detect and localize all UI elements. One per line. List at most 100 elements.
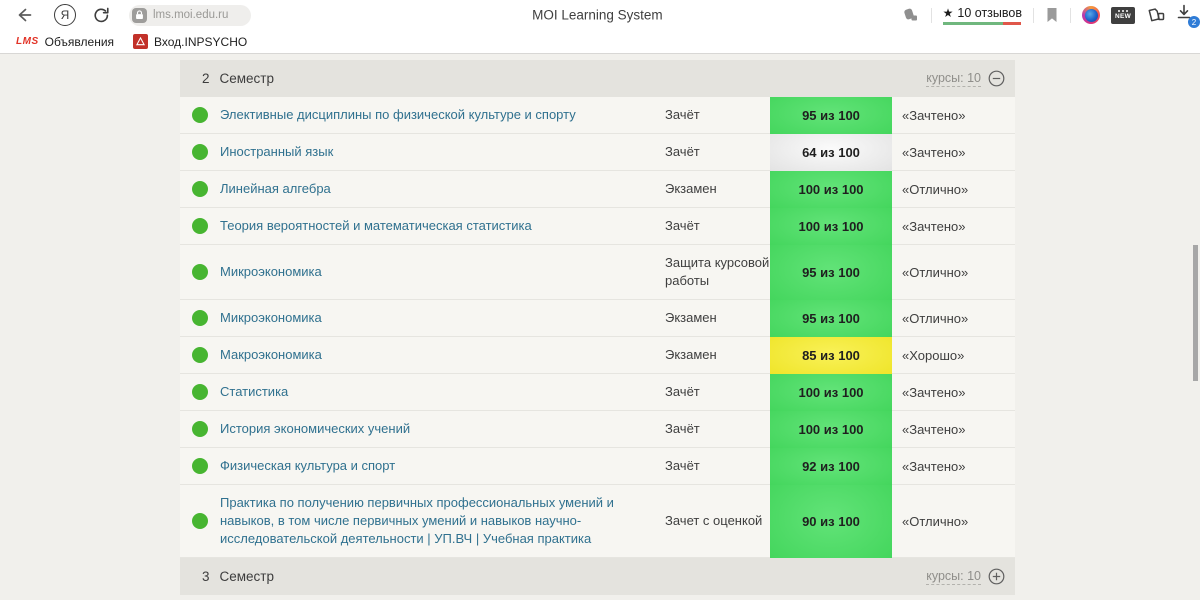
course-name-link[interactable]: Статистика — [220, 374, 665, 410]
assessment-type: Зачет с оценкой — [665, 513, 763, 528]
status-dot-cell — [180, 513, 220, 529]
page-content: 2 Семестр курсы: 10 Элективные дисциплин… — [0, 54, 1200, 600]
score-badge: 95 из 100 — [770, 97, 892, 134]
inpsycho-favicon — [133, 34, 149, 49]
bookmark-item-inpsycho[interactable]: Вход.INPSYCHO — [127, 34, 253, 49]
expand-circle-icon[interactable] — [988, 568, 1005, 585]
course-row: Микроэкономика Защита курсовой работы 95… — [180, 245, 1015, 300]
assessment-type: Зачёт — [665, 421, 700, 436]
lms-favicon: LMS — [16, 36, 39, 47]
course-row: История экономических учений Зачёт 100 и… — [180, 411, 1015, 448]
score-badge: 100 из 100 — [770, 208, 892, 245]
completed-dot-icon — [192, 181, 208, 197]
score-badge: 100 из 100 — [770, 171, 892, 208]
score-badge: 85 из 100 — [770, 337, 892, 374]
score-badge: 95 из 100 — [770, 300, 892, 337]
yandex-logo-button[interactable]: Я — [54, 4, 76, 26]
score-badge: 64 из 100 — [770, 134, 892, 171]
grade-label: «Хорошо» — [902, 347, 965, 363]
course-row: Линейная алгебра Экзамен 100 из 100 «Отл… — [180, 171, 1015, 208]
kinopoisk-new-icon[interactable]: NEW — [1111, 6, 1135, 24]
score-badge: 100 из 100 — [770, 374, 892, 411]
download-count-badge: 2 — [1188, 16, 1200, 28]
assessment-type: Экзамен — [665, 347, 717, 362]
completed-dot-icon — [192, 513, 208, 529]
page-scrollbar-thumb[interactable] — [1193, 245, 1198, 381]
assessment-type: Зачёт — [665, 218, 700, 233]
course-name-link[interactable]: Физическая культура и спорт — [220, 448, 665, 484]
collapse-circle-icon[interactable] — [988, 70, 1005, 87]
bookmark-item-announcements[interactable]: LMS Объявления — [10, 35, 120, 49]
course-row: Микроэкономика Экзамен 95 из 100 «Отличн… — [180, 300, 1015, 337]
course-name-link[interactable]: Практика по получению первичных професси… — [220, 485, 665, 557]
grade-label: «Зачтено» — [902, 107, 966, 123]
course-name-link[interactable]: Микроэкономика — [220, 300, 665, 336]
address-bar[interactable]: lms.moi.edu.ru — [129, 4, 251, 26]
lock-icon[interactable] — [132, 7, 147, 23]
grade-label: «Отлично» — [902, 310, 969, 326]
protect-icon[interactable] — [902, 6, 920, 24]
status-dot-cell — [180, 384, 220, 400]
status-dot-cell — [180, 421, 220, 437]
score-badge: 90 из 100 — [770, 485, 892, 558]
toolbar-divider — [1033, 7, 1034, 23]
course-row: Теория вероятностей и математическая ста… — [180, 208, 1015, 245]
assessment-type: Зачёт — [665, 384, 700, 399]
site-rating-button[interactable]: ★ 10 отзывов — [943, 6, 1022, 25]
rating-bar — [943, 21, 1022, 25]
status-dot-cell — [180, 264, 220, 280]
course-name-link[interactable]: Иностранный язык — [220, 134, 665, 170]
grade-label: «Отлично» — [902, 264, 969, 280]
status-dot-cell — [180, 107, 220, 123]
completed-dot-icon — [192, 384, 208, 400]
course-row: Практика по получению первичных професси… — [180, 485, 1015, 558]
toolbar-right-icons: ★ 10 отзывов NEW 2 — [902, 0, 1200, 30]
toolbar-divider — [1070, 7, 1071, 23]
bookmark-label: Объявления — [44, 34, 115, 49]
bookmark-flag-icon[interactable] — [1045, 7, 1059, 23]
completed-dot-icon — [192, 107, 208, 123]
grade-label: «Отлично» — [902, 513, 969, 529]
course-name-link[interactable]: Линейная алгебра — [220, 171, 665, 207]
completed-dot-icon — [192, 347, 208, 363]
new-icon-dots — [1118, 10, 1128, 12]
semester-label: Семестр — [219, 71, 275, 86]
new-icon-label: NEW — [1114, 13, 1132, 20]
course-name-link[interactable]: Элективные дисциплины по физической куль… — [220, 97, 665, 133]
grades-table: 2 Семестр курсы: 10 Элективные дисциплин… — [180, 60, 1015, 595]
grade-label: «Отлично» — [902, 181, 969, 197]
course-row: Элективные дисциплины по физической куль… — [180, 97, 1015, 134]
status-dot-cell — [180, 218, 220, 234]
extension-browser-icon[interactable] — [1082, 6, 1100, 24]
refresh-button[interactable] — [92, 6, 111, 25]
grade-label: «Зачтено» — [902, 144, 966, 160]
status-dot-cell — [180, 347, 220, 363]
status-dot-cell — [180, 310, 220, 326]
status-dot-cell — [180, 458, 220, 474]
courses-count-toggle[interactable]: курсы: 10 — [926, 569, 981, 585]
assessment-type: Зачёт — [665, 144, 700, 159]
collections-icon[interactable] — [1146, 6, 1165, 24]
course-rows: Элективные дисциплины по физической куль… — [180, 97, 1015, 558]
completed-dot-icon — [192, 310, 208, 326]
status-dot-cell — [180, 181, 220, 197]
score-badge: 95 из 100 — [770, 245, 892, 300]
assessment-type: Экзамен — [665, 310, 717, 325]
semester-number: 2 — [202, 71, 210, 86]
star-icon: ★ — [942, 5, 954, 20]
courses-count-toggle[interactable]: курсы: 10 — [926, 71, 981, 87]
url-text: lms.moi.edu.ru — [153, 9, 229, 21]
course-name-link[interactable]: Теория вероятностей и математическая ста… — [220, 208, 665, 244]
semester-2-header: 2 Семестр курсы: 10 — [180, 60, 1015, 97]
course-name-link[interactable]: Микроэкономика — [220, 254, 665, 290]
course-name-link[interactable]: История экономических учений — [220, 411, 665, 447]
yandex-logo-letter: Я — [60, 8, 70, 22]
back-button[interactable] — [14, 5, 34, 25]
course-name-link[interactable]: Макроэкономика — [220, 337, 665, 373]
course-row: Иностранный язык Зачёт 64 из 100 «Зачтен… — [180, 134, 1015, 171]
grade-label: «Зачтено» — [902, 421, 966, 437]
downloads-button[interactable]: 2 — [1176, 4, 1200, 28]
assessment-type: Зачёт — [665, 107, 700, 122]
completed-dot-icon — [192, 264, 208, 280]
status-dot-cell — [180, 144, 220, 160]
